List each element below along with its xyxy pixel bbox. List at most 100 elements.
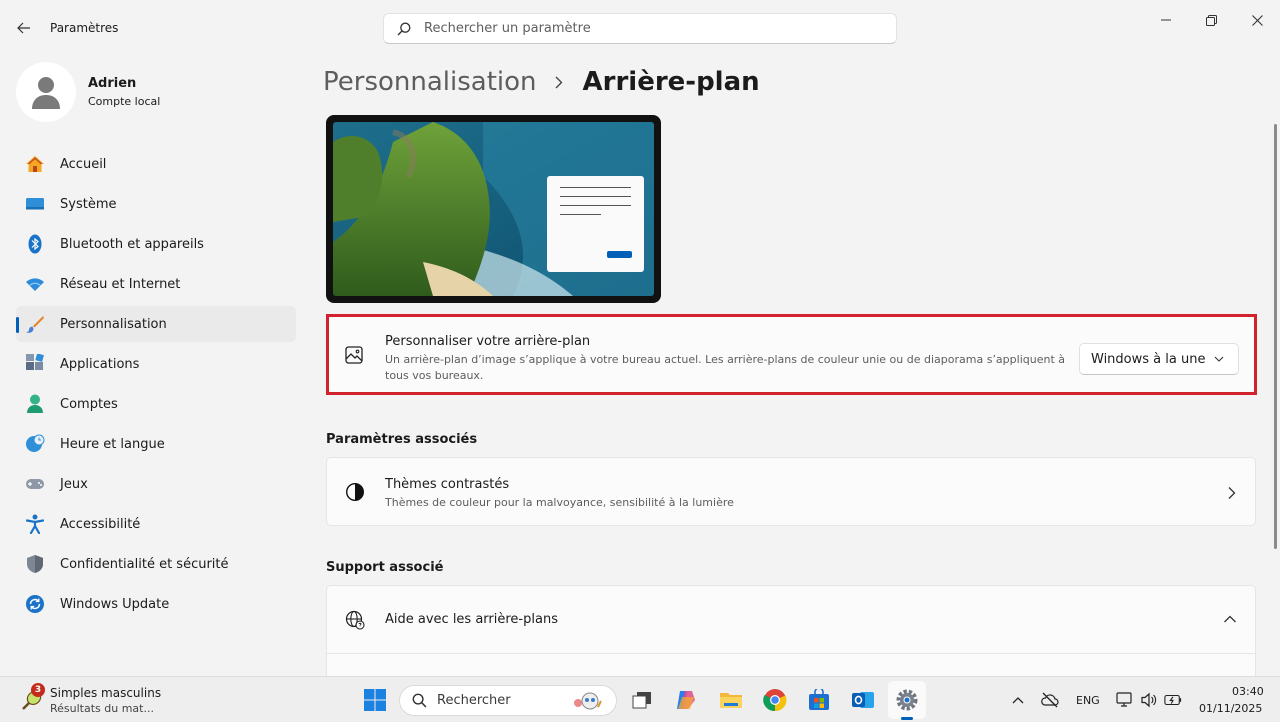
sidebar-item-accessibilite[interactable]: Accessibilité	[16, 506, 296, 542]
card-divider	[327, 653, 1255, 654]
brush-icon	[25, 314, 45, 334]
image-icon	[344, 345, 364, 365]
file-explorer-button[interactable]	[716, 685, 746, 715]
globe-clock-icon	[25, 434, 45, 454]
show-hidden-icons-button[interactable]	[1009, 691, 1027, 709]
sidebar-item-label: Système	[60, 196, 117, 212]
sidebar-item-applications[interactable]: Applications	[16, 346, 296, 382]
outlook-button[interactable]	[848, 685, 878, 715]
sidebar-item-accueil[interactable]: Accueil	[16, 146, 296, 182]
outlook-icon	[852, 692, 874, 708]
settings-app-button[interactable]	[892, 685, 922, 715]
sidebar-item-comptes[interactable]: Comptes	[16, 386, 296, 422]
sidebar-item-windows-update[interactable]: Windows Update	[16, 586, 296, 622]
contrast-themes-title: Thèmes contrastés	[385, 477, 510, 492]
sidebar-item-confidentialite[interactable]: Confidentialité et sécurité	[16, 546, 296, 582]
sidebar-item-personnalisation[interactable]: Personnalisation	[16, 306, 296, 342]
cloud-offline-icon	[1041, 692, 1059, 708]
sidebar-item-label: Bluetooth et appareils	[60, 236, 204, 252]
bluetooth-icon	[25, 234, 45, 254]
clock-time[interactable]: 03:40	[1232, 685, 1264, 698]
clock-date[interactable]: 01/11/2025	[1199, 702, 1262, 715]
search-icon	[412, 693, 427, 708]
news-widget[interactable]: 3 Simples masculins Résultats du mat...	[20, 683, 200, 717]
system-icon	[25, 194, 45, 214]
copilot-icon	[677, 691, 695, 709]
network-status-button[interactable]	[1116, 691, 1134, 709]
user-profile[interactable]: Adrien Compte local	[16, 62, 286, 122]
profile-account-type: Compte local	[88, 95, 161, 108]
news-subtitle: Résultats du mat...	[50, 702, 154, 715]
sidebar-item-heure-langue[interactable]: Heure et langue	[16, 426, 296, 462]
gear-icon	[896, 689, 918, 711]
contrast-icon	[345, 482, 365, 502]
task-view-button[interactable]	[627, 685, 657, 715]
preview-window-mock	[547, 176, 644, 272]
store-icon	[809, 689, 829, 710]
battery-button[interactable]	[1164, 691, 1182, 709]
restore-button[interactable]	[1188, 6, 1234, 34]
apps-icon	[25, 354, 45, 374]
accessibility-icon	[25, 514, 45, 534]
taskbar: 3 Simples masculins Résultats du mat... …	[0, 676, 1280, 722]
sidebar-item-systeme[interactable]: Système	[16, 186, 296, 222]
arrow-left-icon	[17, 22, 30, 34]
chevron-up-icon[interactable]	[1223, 614, 1237, 624]
sidebar-item-reseau[interactable]: Réseau et Internet	[16, 266, 296, 302]
sidebar-item-label: Confidentialité et sécurité	[60, 556, 229, 572]
desktop-preview	[326, 115, 661, 303]
sidebar-item-bluetooth[interactable]: Bluetooth et appareils	[16, 226, 296, 262]
background-type-dropdown[interactable]: Windows à la une	[1079, 343, 1239, 375]
language-indicator[interactable]: ENG	[1076, 694, 1100, 707]
breadcrumb-parent[interactable]: Personnalisation	[323, 67, 537, 97]
settings-search-box[interactable]	[383, 13, 897, 44]
help-backgrounds-title: Aide avec les arrière-plans	[385, 612, 558, 627]
sidebar-item-label: Windows Update	[60, 596, 170, 612]
user-icon	[25, 394, 45, 414]
chevron-down-icon	[1214, 356, 1224, 362]
sidebar-item-label: Applications	[60, 356, 140, 372]
close-icon	[1251, 14, 1263, 26]
volume-button[interactable]	[1140, 691, 1158, 709]
folder-icon	[720, 693, 742, 708]
contrast-themes-card[interactable]: Thèmes contrastés Thèmes de couleur pour…	[326, 457, 1256, 526]
skull-highlight-icon	[574, 692, 602, 710]
chrome-icon	[763, 689, 787, 712]
sidebar-item-jeux[interactable]: Jeux	[16, 466, 296, 502]
settings-search-input[interactable]	[424, 21, 884, 36]
store-button[interactable]	[804, 685, 834, 715]
title-bar: Paramètres	[0, 0, 1280, 56]
related-settings-heading: Paramètres associés	[326, 432, 478, 447]
scrollbar[interactable]	[1274, 124, 1277, 549]
chrome-button[interactable]	[760, 685, 790, 715]
dropdown-value: Windows à la une	[1091, 351, 1206, 367]
taskbar-search-label: Rechercher	[437, 693, 511, 708]
contrast-themes-description: Thèmes de couleur pour la malvoyance, se…	[385, 496, 734, 509]
app-title: Paramètres	[50, 21, 119, 35]
back-button[interactable]	[12, 16, 36, 40]
sidebar-item-label: Comptes	[60, 396, 118, 412]
speaker-icon	[1141, 692, 1157, 708]
task-view-icon	[632, 692, 651, 709]
news-title: Simples masculins	[50, 686, 162, 700]
search-icon	[396, 21, 412, 37]
cloud-offline-button[interactable]	[1041, 691, 1059, 709]
taskbar-search[interactable]: Rechercher	[399, 685, 617, 716]
gamepad-icon	[25, 474, 45, 494]
shield-icon	[25, 554, 45, 574]
sidebar-nav: Accueil Système Bluetooth et appareils R…	[16, 146, 296, 626]
copilot-button[interactable]	[671, 685, 701, 715]
background-card-description: Un arrière-plan d’image s’applique à vot…	[385, 353, 1065, 382]
chevron-up-icon	[1012, 697, 1024, 704]
background-card-title: Personnaliser votre arrière-plan	[385, 334, 591, 349]
battery-charging-icon	[1164, 694, 1182, 706]
windows-logo-icon	[364, 689, 386, 711]
help-backgrounds-card[interactable]: Aide avec les arrière-plans	[326, 585, 1256, 685]
close-button[interactable]	[1234, 6, 1280, 34]
minimize-button[interactable]	[1143, 6, 1189, 34]
chevron-right-icon	[1228, 487, 1236, 499]
breadcrumb: Personnalisation Arrière-plan	[323, 62, 760, 102]
active-app-indicator	[901, 717, 913, 720]
user-avatar-icon	[32, 77, 60, 109]
start-button[interactable]	[360, 685, 390, 715]
